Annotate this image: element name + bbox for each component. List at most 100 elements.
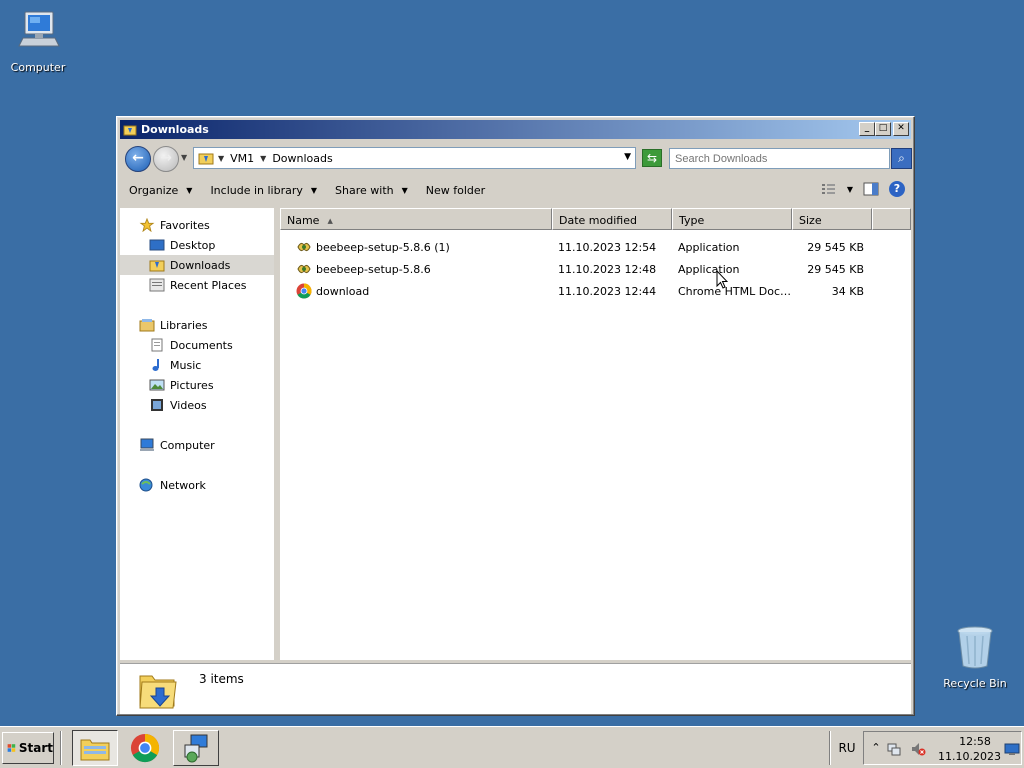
caret-down-icon: ▼ (186, 186, 193, 195)
desktop-icon-label: Recycle Bin (943, 677, 1007, 690)
address-dropdown-icon[interactable]: ▼ (624, 152, 631, 162)
nav-item-downloads[interactable]: Downloads (120, 255, 274, 275)
nav-label-pictures: Pictures (170, 378, 214, 392)
file-date: 11.10.2023 12:44 (558, 284, 657, 298)
minimize-button[interactable]: _ (859, 122, 875, 136)
desktop-computer-icon[interactable]: Computer (0, 8, 76, 74)
share-with-label: Share with (335, 184, 394, 197)
computer-icon (140, 438, 154, 451)
change-view-icon[interactable] (821, 182, 837, 196)
file-list: Name ▲ Date modified Type Size beebeep-se… (280, 208, 911, 660)
taskbar-chrome-button[interactable] (122, 730, 168, 766)
share-with-button[interactable]: Share with ▼ (335, 184, 408, 197)
taskbar: Start RU ⌃ 12:58 11.10.2023 (0, 726, 1024, 768)
column-type-label: Type (679, 214, 705, 227)
forward-button[interactable]: → (153, 146, 179, 172)
downloads-folder-icon (149, 260, 165, 272)
chevron-right-icon[interactable]: ▼ (260, 154, 266, 163)
nav-item-documents[interactable]: Documents (120, 335, 274, 355)
nav-label-videos: Videos (170, 398, 207, 412)
refresh-button[interactable]: ⇆ (642, 149, 662, 167)
address-row: ← → ▼ ▼ VM1 ▼ Downloads ▼ ⇆ ⌕ (120, 142, 912, 174)
address-bar[interactable]: ▼ VM1 ▼ Downloads ▼ (193, 147, 636, 169)
clock-time[interactable]: 12:58 (955, 735, 995, 748)
maximize-button[interactable]: □ (875, 122, 891, 136)
taskbar-network-app-button[interactable] (173, 730, 219, 766)
column-name-label: Name (287, 214, 320, 227)
column-date-label: Date modified (559, 214, 637, 227)
help-icon[interactable]: ? (889, 181, 905, 197)
windows-logo-icon (7, 744, 16, 752)
column-header-type[interactable]: Type (672, 208, 792, 230)
language-indicator[interactable]: RU (834, 732, 860, 764)
include-in-library-button[interactable]: Include in library ▼ (210, 184, 317, 197)
videos-icon (151, 399, 163, 411)
back-button[interactable]: ← (125, 146, 151, 172)
nav-item-pictures[interactable]: Pictures (120, 375, 274, 395)
breadcrumb-downloads[interactable]: Downloads (272, 152, 332, 165)
nav-label-favorites: Favorites (160, 218, 210, 232)
computer-icon (18, 11, 60, 47)
nav-item-music[interactable]: Music (120, 355, 274, 375)
taskbar-separator (60, 731, 62, 765)
desktop-recycle-bin-icon[interactable]: Recycle Bin (937, 624, 1013, 690)
view-options-dropdown-icon[interactable]: ▼ (847, 185, 853, 194)
search-icon: ⌕ (898, 151, 905, 165)
nav-item-network[interactable]: Network (120, 475, 274, 495)
volume-muted-icon[interactable] (910, 741, 926, 757)
table-row[interactable]: beebeep-setup-5.8.6 11.10.2023 12:48 App… (280, 258, 911, 280)
item-count: 3 items (199, 672, 244, 686)
back-arrow-icon: ← (132, 150, 144, 166)
nav-item-recent-places[interactable]: Recent Places (120, 275, 274, 295)
file-size: 29 545 KB (807, 240, 864, 254)
search-input[interactable] (669, 148, 890, 169)
new-folder-button[interactable]: New folder (426, 184, 485, 197)
file-date: 11.10.2023 12:54 (558, 240, 657, 254)
table-row[interactable]: download 11.10.2023 12:44 Chrome HTML Do… (280, 280, 911, 302)
search-button[interactable]: ⌕ (891, 148, 912, 169)
close-button[interactable]: ✕ (893, 122, 909, 136)
preview-pane-icon[interactable] (863, 182, 879, 196)
nav-label-libraries: Libraries (160, 318, 208, 332)
clock-date[interactable]: 11.10.2023 (938, 750, 1001, 763)
breadcrumb-vm1[interactable]: VM1 (230, 152, 254, 165)
show-hidden-icons-icon[interactable]: ⌃ (868, 741, 884, 757)
nav-label-computer: Computer (160, 438, 215, 452)
desktop-icon (149, 239, 165, 251)
new-folder-label: New folder (425, 184, 486, 197)
start-button[interactable]: Start (2, 732, 54, 764)
title-bar[interactable]: Downloads _ □ ✕ (120, 120, 911, 139)
music-icon (152, 359, 159, 371)
column-header-size[interactable]: Size (792, 208, 872, 230)
recent-pages-dropdown-icon[interactable]: ▼ (181, 153, 187, 162)
nav-item-libraries[interactable]: Libraries (120, 315, 274, 335)
command-bar: Organize ▼ Include in library ▼ Share wi… (120, 175, 911, 206)
column-header-date-modified[interactable]: Date modified (552, 208, 672, 230)
caret-down-icon: ▼ (310, 186, 318, 195)
organize-button[interactable]: Organize ▼ (129, 184, 192, 197)
explorer-window: Downloads _ □ ✕ ← → ▼ ▼ VM1 ▼ Downloads … (116, 116, 915, 716)
downloads-folder-icon (198, 153, 214, 165)
chrome-icon (130, 733, 160, 763)
file-name: download (316, 284, 370, 298)
column-header-name[interactable]: Name ▲ (280, 208, 552, 230)
taskbar-explorer-button[interactable] (72, 730, 118, 766)
file-type: Chrome HTML Docu... (678, 284, 792, 298)
explorer-folder-icon (80, 739, 110, 761)
documents-icon (151, 338, 163, 352)
nav-item-computer[interactable]: Computer (120, 435, 274, 455)
network-status-icon[interactable] (886, 741, 902, 757)
nav-label-documents: Documents (170, 338, 233, 352)
column-header-filler (872, 208, 911, 230)
chevron-right-icon[interactable]: ▼ (218, 154, 224, 163)
nav-item-favorites[interactable]: Favorites (120, 215, 274, 235)
show-desktop-icon[interactable] (1004, 741, 1020, 757)
chrome-icon (296, 283, 312, 299)
network-computer-icon (184, 734, 208, 763)
table-row[interactable]: beebeep-setup-5.8.6 (1) 11.10.2023 12:54… (280, 236, 911, 258)
installer-icon (297, 264, 311, 274)
nav-item-videos[interactable]: Videos (120, 395, 274, 415)
nav-item-desktop[interactable]: Desktop (120, 235, 274, 255)
nav-label-downloads: Downloads (170, 258, 231, 272)
forward-arrow-icon: → (160, 150, 172, 166)
